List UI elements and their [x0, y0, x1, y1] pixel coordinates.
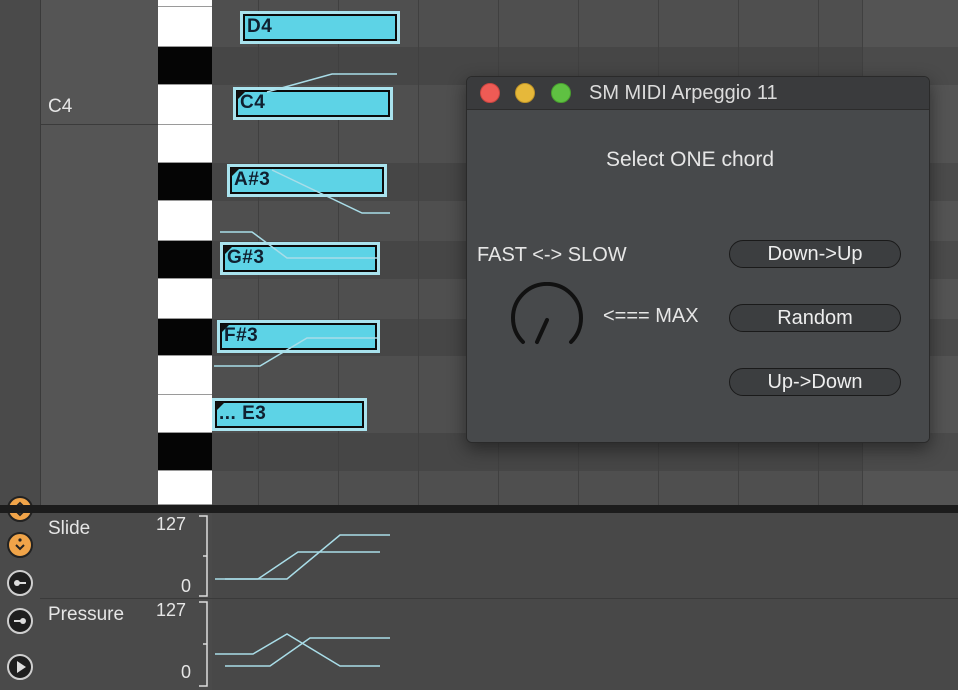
minimize-button[interactable]	[515, 83, 535, 103]
piano-keyboard[interactable]	[158, 0, 212, 505]
piano-key-white[interactable]	[158, 125, 212, 163]
automation-curves	[199, 515, 390, 687]
piano-key-black[interactable]	[158, 163, 212, 201]
piano-key-white[interactable]	[158, 279, 212, 319]
piano-key-black[interactable]	[158, 319, 212, 356]
pitch-label-c4: C4	[48, 96, 73, 117]
piano-key-black[interactable]	[158, 47, 212, 85]
close-button[interactable]	[480, 83, 500, 103]
speed-label: FAST <-> SLOW	[477, 244, 627, 266]
lane-separator[interactable]	[0, 505, 958, 513]
piano-key-black[interactable]	[158, 241, 212, 279]
piano-key-black[interactable]	[158, 433, 212, 471]
zoom-button[interactable]	[551, 83, 571, 103]
piano-key-white[interactable]	[158, 395, 212, 433]
max-label: <=== MAX	[603, 305, 699, 327]
window-body: Select ONE chord FAST <-> SLOW <=== MAX …	[467, 110, 929, 442]
piano-key-white[interactable]	[158, 7, 212, 47]
up-down-button[interactable]: Up->Down	[729, 368, 901, 396]
window-title: SM MIDI Arpeggio 11	[589, 82, 778, 104]
arpeggio-plugin-window[interactable]: SM MIDI Arpeggio 11 Select ONE chord FAS…	[466, 76, 930, 443]
window-titlebar[interactable]: SM MIDI Arpeggio 11	[467, 77, 929, 110]
speed-knob[interactable]	[509, 282, 585, 358]
random-button[interactable]: Random	[729, 304, 901, 332]
piano-key-white[interactable]	[158, 0, 212, 7]
piano-key-white[interactable]	[158, 471, 212, 505]
chord-prompt: Select ONE chord	[605, 148, 775, 171]
piano-key-white[interactable]	[158, 85, 212, 125]
octave-divider	[41, 124, 158, 125]
piano-key-white[interactable]	[158, 356, 212, 395]
down-up-button[interactable]: Down->Up	[729, 240, 901, 268]
piano-key-white[interactable]	[158, 201, 212, 241]
pitch-label-column: C4	[41, 0, 158, 505]
